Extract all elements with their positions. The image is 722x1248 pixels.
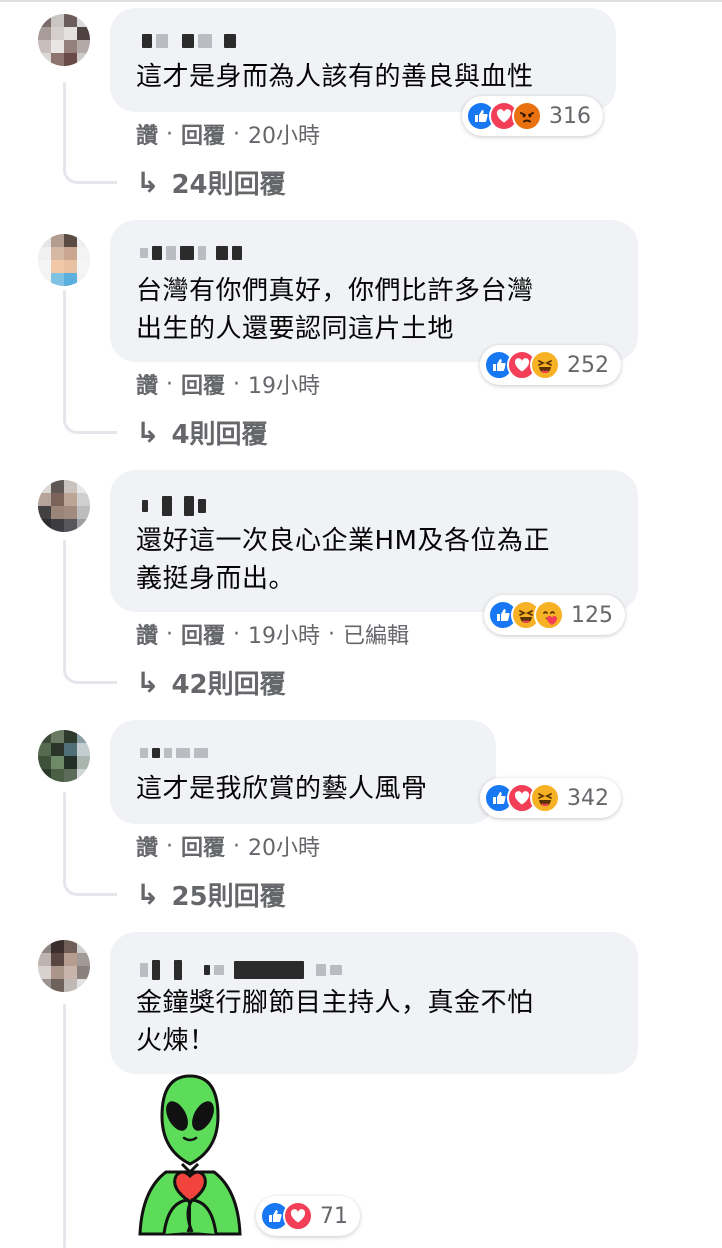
- reply-link[interactable]: 回覆: [181, 618, 225, 650]
- replies-count: 25則回覆: [171, 882, 286, 912]
- thread-elbow: [63, 400, 117, 434]
- view-replies-link[interactable]: ↳ 25則回覆: [136, 876, 286, 913]
- comment-bubble: 金鐘獎行腳節目主持人，真金不怕 火煉！: [110, 932, 638, 1074]
- replies-count: 4則回覆: [171, 420, 268, 450]
- haha-icon: [530, 783, 560, 813]
- alien-holding-heart-sticker: [138, 1074, 242, 1236]
- love-icon: [283, 1201, 313, 1231]
- blurred-author-name[interactable]: [142, 34, 236, 48]
- view-replies-link[interactable]: ↳ 42則回覆: [136, 664, 286, 701]
- reply-arrow-icon: ↳: [136, 666, 160, 699]
- reaction-summary[interactable]: 125: [484, 595, 625, 635]
- blurred-author-name[interactable]: [142, 496, 206, 516]
- reaction-summary[interactable]: 316: [462, 96, 603, 136]
- avatar[interactable]: [38, 940, 90, 992]
- blurred-author-name[interactable]: [140, 748, 208, 758]
- avatar[interactable]: [38, 480, 90, 532]
- view-replies-link[interactable]: ↳ 4則回覆: [136, 414, 268, 451]
- like-link[interactable]: 讚: [136, 368, 158, 400]
- thread-elbow: [63, 150, 117, 184]
- thread-line: [63, 792, 66, 872]
- comment-bubble: 還好這一次良心企業HM及各位為正 義挺身而出。: [110, 470, 638, 612]
- like-link[interactable]: 讚: [136, 830, 158, 862]
- timestamp[interactable]: 19小時: [248, 618, 320, 650]
- comment-text: 還好這一次良心企業HM及各位為正 義挺身而出。: [136, 526, 550, 594]
- avatar[interactable]: [38, 234, 90, 286]
- comment-actions: 讚 · 回覆 · 20小時: [136, 830, 320, 862]
- timestamp[interactable]: 20小時: [248, 118, 320, 150]
- haha-icon: [530, 350, 560, 380]
- reaction-count: 125: [571, 602, 613, 628]
- replies-count: 42則回覆: [171, 670, 286, 700]
- thread-elbow: [63, 650, 117, 684]
- avatar[interactable]: [38, 14, 90, 66]
- comment-feed: 這才是身而為人該有的善良與血性 316 讚 · 回覆 · 20小時 ↳ 24則回覆 …: [0, 0, 722, 1248]
- reaction-count: 252: [567, 352, 609, 378]
- thread-elbow: [63, 862, 117, 896]
- thread-line: [63, 1004, 66, 1248]
- edited-label[interactable]: 已編輯: [343, 618, 409, 650]
- comment-text: 金鐘獎行腳節目主持人，真金不怕 火煉！: [136, 988, 534, 1056]
- like-link[interactable]: 讚: [136, 618, 158, 650]
- comment-text: 這才是身而為人該有的善良與血性: [136, 62, 534, 92]
- timestamp[interactable]: 20小時: [248, 830, 320, 862]
- reaction-summary[interactable]: 342: [480, 778, 621, 818]
- reply-link[interactable]: 回覆: [181, 118, 225, 150]
- reaction-summary[interactable]: 252: [480, 345, 621, 385]
- reply-arrow-icon: ↳: [136, 416, 160, 449]
- comment-actions: 讚 · 回覆 · 19小時: [136, 368, 320, 400]
- comment-text: 這才是我欣賞的藝人風骨: [136, 774, 428, 804]
- thread-line: [63, 290, 66, 410]
- reply-arrow-icon: ↳: [136, 166, 160, 199]
- comment-text: 台灣有你們真好，你們比許多台灣 出生的人還要認同這片土地: [136, 276, 534, 344]
- reply-link[interactable]: 回覆: [181, 830, 225, 862]
- like-link[interactable]: 讚: [136, 118, 158, 150]
- comment-bubble: 這才是我欣賞的藝人風骨: [110, 720, 496, 824]
- reaction-count: 342: [567, 785, 609, 811]
- reply-link[interactable]: 回覆: [181, 368, 225, 400]
- replies-count: 24則回覆: [171, 170, 286, 200]
- comment-bubble: 台灣有你們真好，你們比許多台灣 出生的人還要認同這片土地: [110, 220, 638, 362]
- view-replies-link[interactable]: ↳ 24則回覆: [136, 164, 286, 201]
- blurred-author-name[interactable]: [140, 246, 242, 260]
- timestamp[interactable]: 19小時: [248, 368, 320, 400]
- comment-actions: 讚 · 回覆 · 19小時 · 已編輯: [136, 618, 409, 650]
- care-icon: [534, 600, 564, 630]
- reaction-count: 71: [320, 1203, 348, 1229]
- top-divider: [0, 0, 722, 2]
- angry-icon: [512, 101, 542, 131]
- reaction-summary[interactable]: 71: [256, 1196, 360, 1236]
- comment-actions: 讚 · 回覆 · 20小時: [136, 118, 320, 150]
- reaction-count: 316: [549, 103, 591, 129]
- avatar[interactable]: [38, 730, 90, 782]
- reply-arrow-icon: ↳: [136, 878, 160, 911]
- thread-line: [63, 540, 66, 660]
- blurred-author-name[interactable]: [140, 960, 342, 980]
